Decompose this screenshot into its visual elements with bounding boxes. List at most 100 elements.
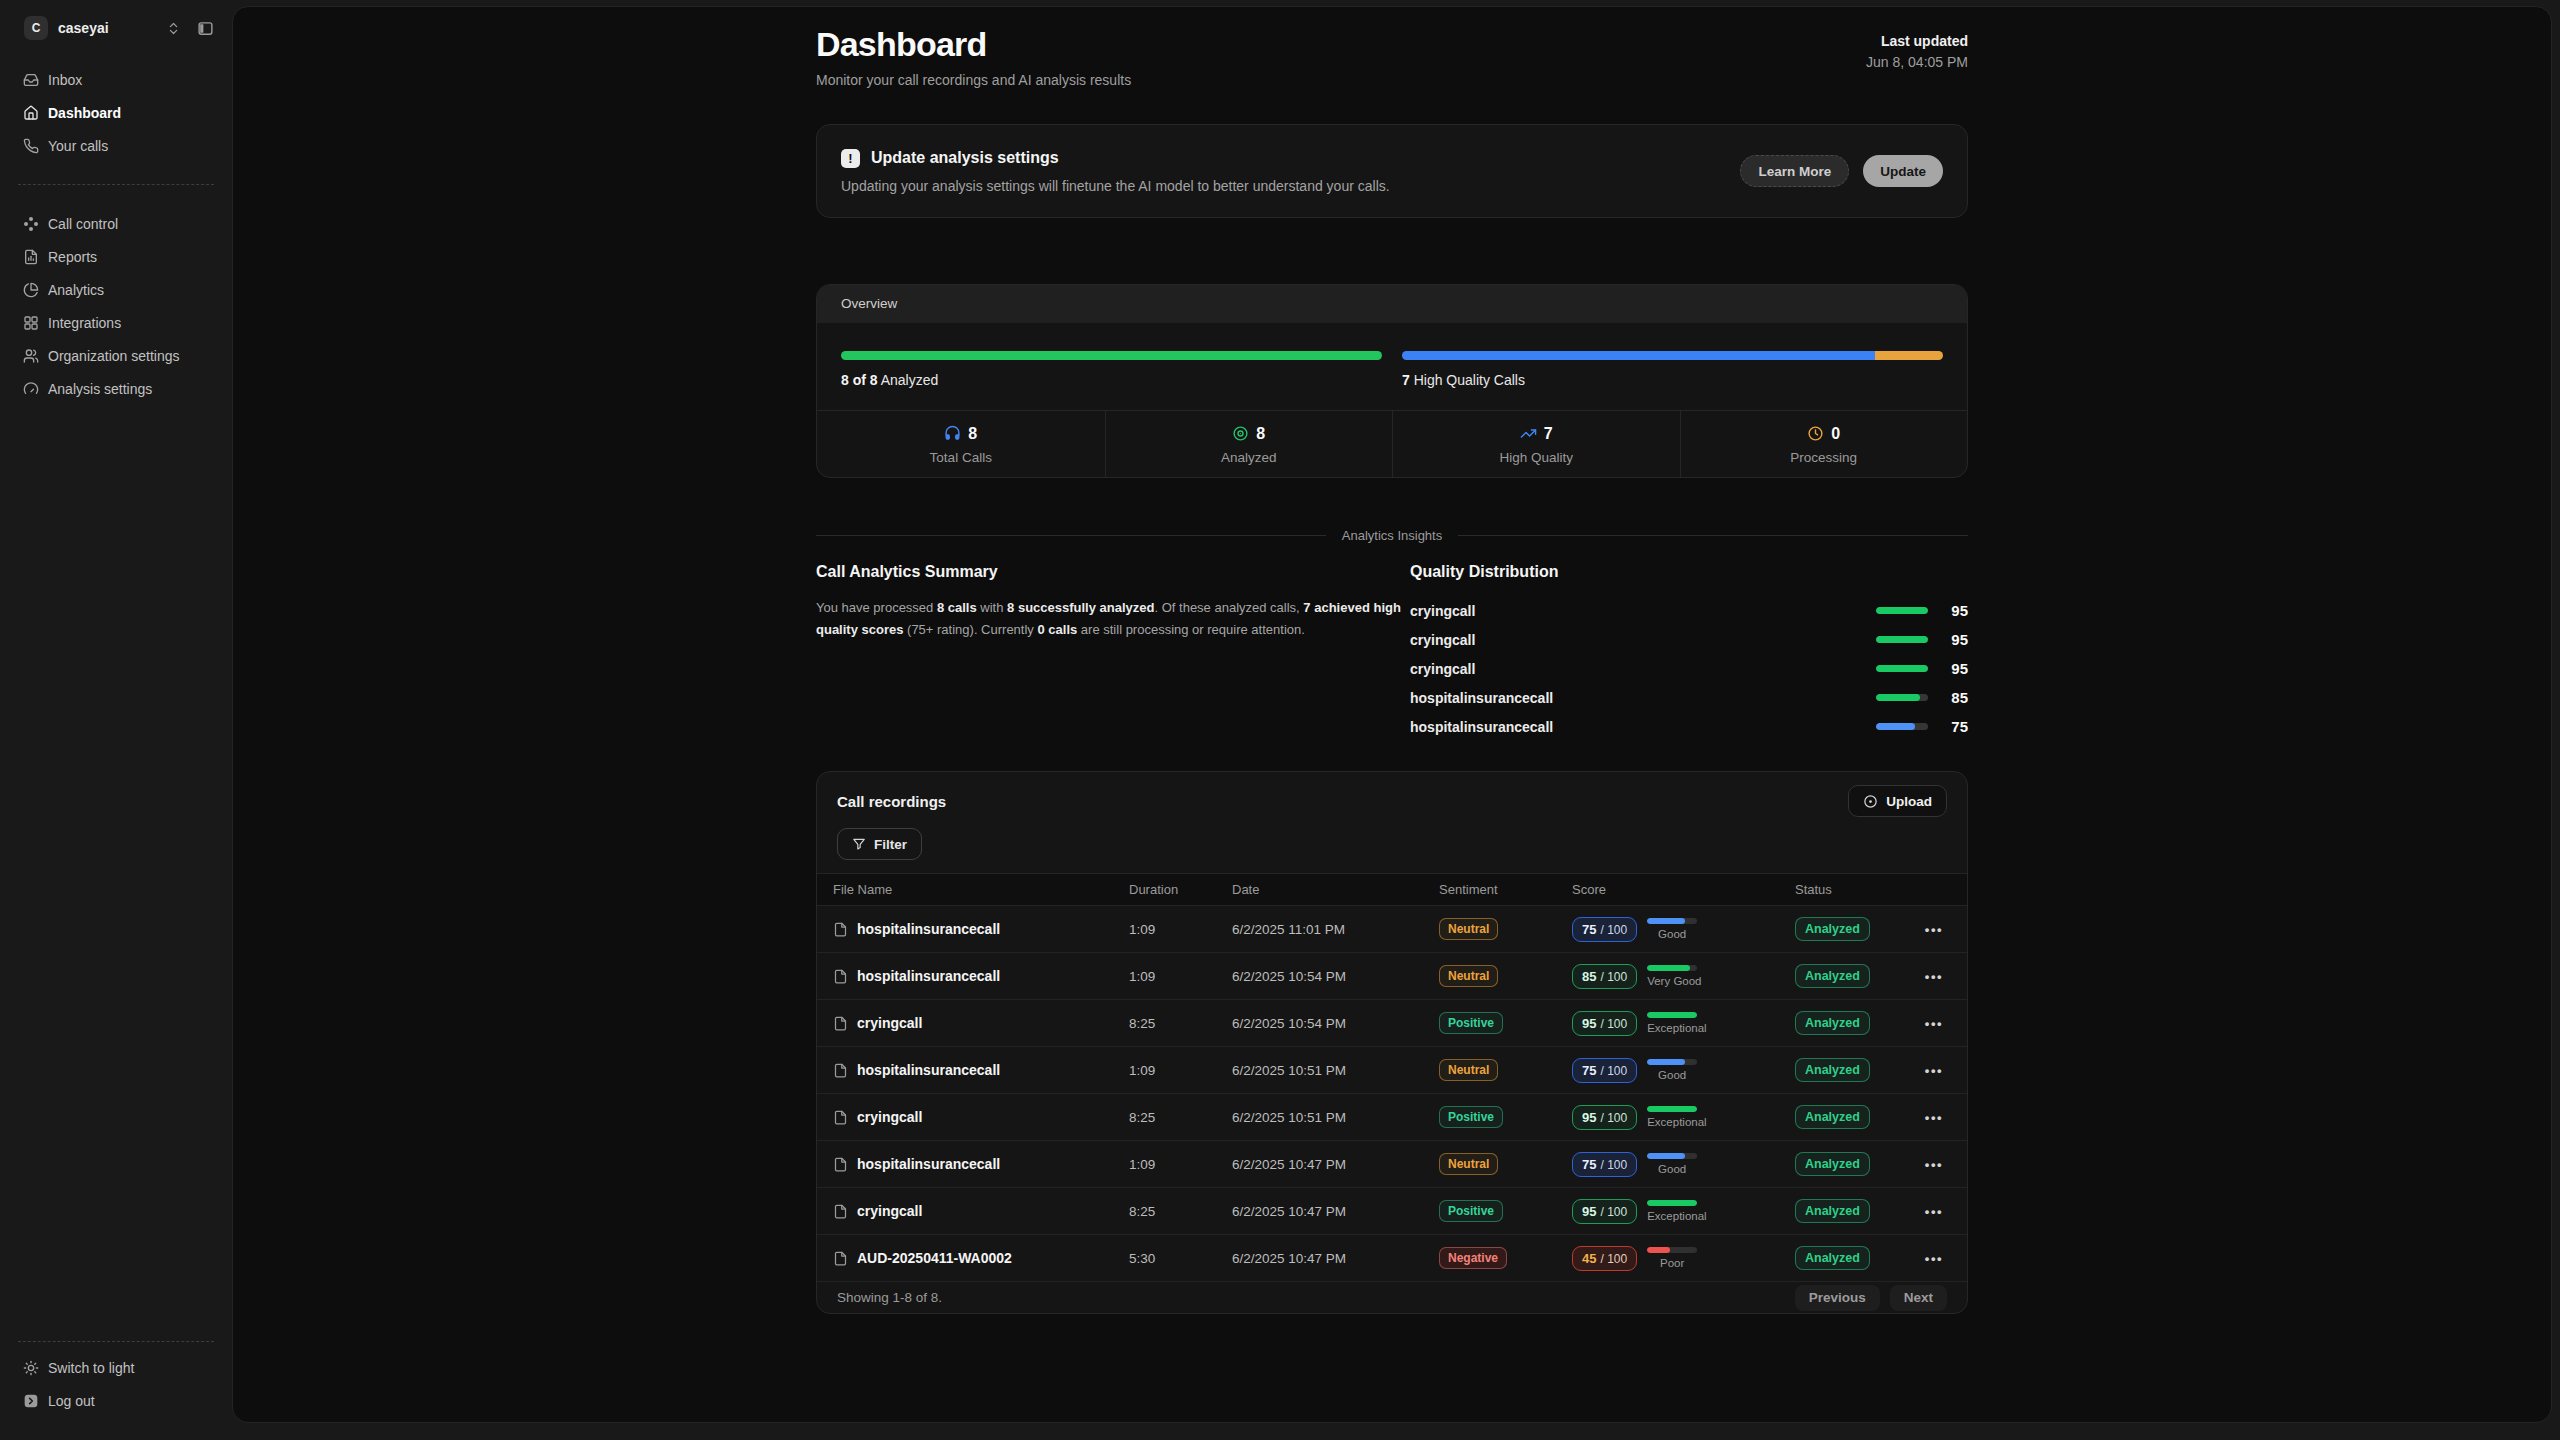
duration: 8:25 bbox=[1129, 1204, 1232, 1219]
score-badge: 75/ 100 bbox=[1572, 917, 1637, 942]
sidebar-toggle-icon[interactable] bbox=[197, 20, 214, 37]
distribution-bar bbox=[1876, 607, 1928, 614]
file-icon bbox=[833, 1016, 848, 1031]
workspace-name: caseyai bbox=[58, 20, 109, 36]
recording-row[interactable]: hospitalinsurancecall1:096/2/2025 11:01 … bbox=[817, 906, 1967, 953]
sidebar-item-switch-to-light[interactable]: Switch to light bbox=[14, 1354, 218, 1381]
sidebar-item-dashboard[interactable]: Dashboard bbox=[14, 99, 218, 126]
progress-label: 7 High Quality Calls bbox=[1402, 372, 1943, 388]
file-icon bbox=[833, 969, 848, 984]
workspace-switcher[interactable]: C caseyai bbox=[14, 14, 218, 42]
distribution-row: cryingcall95 bbox=[1410, 654, 1968, 683]
sidebar-item-organization-settings[interactable]: Organization settings bbox=[14, 342, 218, 369]
page-header: Dashboard Monitor your call recordings a… bbox=[816, 25, 1968, 88]
analysis-settings-icon bbox=[23, 381, 39, 397]
sentiment-badge: Neutral bbox=[1439, 1153, 1498, 1175]
sidebar-item-analytics[interactable]: Analytics bbox=[14, 276, 218, 303]
sidebar-item-inbox[interactable]: Inbox bbox=[14, 66, 218, 93]
sidebar-nav-secondary: Call control Reports Analytics Integrations… bbox=[14, 210, 218, 402]
row-actions-button[interactable]: ••• bbox=[1925, 1157, 1951, 1172]
recording-row[interactable]: AUD-20250411-WA00025:306/2/2025 10:47 PM… bbox=[817, 1235, 1967, 1282]
date: 6/2/2025 10:47 PM bbox=[1232, 1157, 1439, 1172]
recording-row[interactable]: hospitalinsurancecall1:096/2/2025 10:47 … bbox=[817, 1141, 1967, 1188]
overview-progress: 7 High Quality Calls bbox=[1402, 351, 1943, 388]
column-sentiment: Sentiment bbox=[1439, 882, 1572, 897]
sidebar-item-call-control[interactable]: Call control bbox=[14, 210, 218, 237]
update-button[interactable]: Update bbox=[1863, 155, 1943, 187]
row-actions-button[interactable]: ••• bbox=[1925, 1110, 1951, 1125]
table-footer: Showing 1-8 of 8. Previous Next bbox=[817, 1282, 1967, 1313]
column-date: Date bbox=[1232, 882, 1439, 897]
row-actions-button[interactable]: ••• bbox=[1925, 1016, 1951, 1031]
status-badge: Analyzed bbox=[1795, 1199, 1870, 1223]
learn-more-button[interactable]: Learn More bbox=[1740, 155, 1849, 187]
file-icon bbox=[833, 1110, 848, 1125]
status-badge: Analyzed bbox=[1795, 1246, 1870, 1270]
recording-row[interactable]: hospitalinsurancecall1:096/2/2025 10:51 … bbox=[817, 1047, 1967, 1094]
sidebar-item-log-out[interactable]: Log out bbox=[14, 1387, 218, 1414]
recording-row[interactable]: cryingcall8:256/2/2025 10:47 PMPositive9… bbox=[817, 1188, 1967, 1235]
sidebar-item-reports[interactable]: Reports bbox=[14, 243, 218, 270]
distribution-title: Quality Distribution bbox=[1410, 562, 1968, 581]
phone-icon bbox=[23, 138, 39, 154]
row-actions-button[interactable]: ••• bbox=[1925, 969, 1951, 984]
distribution-bar bbox=[1876, 636, 1928, 643]
date: 6/2/2025 10:51 PM bbox=[1232, 1063, 1439, 1078]
sidebar-item-integrations[interactable]: Integrations bbox=[14, 309, 218, 336]
recording-row[interactable]: hospitalinsurancecall1:096/2/2025 10:54 … bbox=[817, 953, 1967, 1000]
date: 6/2/2025 10:54 PM bbox=[1232, 969, 1439, 984]
row-actions-button[interactable]: ••• bbox=[1925, 1204, 1951, 1219]
page-subtitle: Monitor your call recordings and AI anal… bbox=[816, 72, 1131, 88]
main-panel: Dashboard Monitor your call recordings a… bbox=[232, 6, 2552, 1423]
file-name: hospitalinsurancecall bbox=[857, 1062, 1000, 1078]
chevrons-up-down-icon[interactable] bbox=[166, 21, 181, 36]
file-name: cryingcall bbox=[857, 1015, 922, 1031]
quality-label: Good bbox=[1647, 1163, 1697, 1175]
score-badge: 45/ 100 bbox=[1572, 1246, 1637, 1271]
column-duration: Duration bbox=[1129, 882, 1232, 897]
recording-row[interactable]: cryingcall8:256/2/2025 10:54 PMPositive9… bbox=[817, 1000, 1967, 1047]
upload-button[interactable]: Upload bbox=[1848, 785, 1947, 817]
file-icon bbox=[833, 922, 848, 937]
inbox-icon bbox=[23, 72, 39, 88]
duration: 8:25 bbox=[1129, 1110, 1232, 1125]
org-settings-icon bbox=[23, 348, 39, 364]
insights-section: Call Analytics Summary You have processe… bbox=[816, 562, 1968, 741]
sentiment-badge: Positive bbox=[1439, 1200, 1503, 1222]
sidebar-divider bbox=[18, 184, 214, 185]
file-icon bbox=[833, 1063, 848, 1078]
score-bar bbox=[1647, 918, 1697, 924]
overview-card: Overview 8 of 8 Analyzed7 High Quality C… bbox=[816, 284, 1968, 478]
filter-button[interactable]: Filter bbox=[837, 828, 922, 860]
date: 6/2/2025 10:47 PM bbox=[1232, 1204, 1439, 1219]
call-recordings-card: Call recordings Upload Filter File NameD… bbox=[816, 771, 1968, 1314]
date: 6/2/2025 10:47 PM bbox=[1232, 1251, 1439, 1266]
file-name: cryingcall bbox=[857, 1109, 922, 1125]
sidebar-item-your-calls[interactable]: Your calls bbox=[14, 132, 218, 159]
file-name: hospitalinsurancecall bbox=[857, 968, 1000, 984]
distribution-bar bbox=[1876, 723, 1928, 730]
row-actions-button[interactable]: ••• bbox=[1925, 1251, 1951, 1266]
home-icon bbox=[23, 105, 39, 121]
sidebar-item-analysis-settings[interactable]: Analysis settings bbox=[14, 375, 218, 402]
recording-row[interactable]: cryingcall8:256/2/2025 10:51 PMPositive9… bbox=[817, 1094, 1967, 1141]
recordings-title: Call recordings bbox=[837, 793, 946, 810]
last-updated-value: Jun 8, 04:05 PM bbox=[1866, 54, 1968, 70]
row-actions-button[interactable]: ••• bbox=[1925, 922, 1951, 937]
status-badge: Analyzed bbox=[1795, 917, 1870, 941]
last-updated-label: Last updated bbox=[1866, 33, 1968, 49]
logout-icon bbox=[23, 1393, 39, 1409]
distribution-row: hospitalinsurancecall75 bbox=[1410, 712, 1968, 741]
previous-button[interactable]: Previous bbox=[1795, 1285, 1880, 1311]
banner-description: Updating your analysis settings will fin… bbox=[841, 178, 1740, 194]
duration: 1:09 bbox=[1129, 922, 1232, 937]
score-badge: 85/ 100 bbox=[1572, 964, 1637, 989]
last-updated: Last updated Jun 8, 04:05 PM bbox=[1866, 25, 1968, 70]
distribution-bar bbox=[1876, 694, 1928, 701]
file-icon bbox=[833, 1204, 848, 1219]
score-bar bbox=[1647, 1200, 1697, 1206]
trending-up-icon bbox=[1520, 425, 1537, 442]
row-actions-button[interactable]: ••• bbox=[1925, 1063, 1951, 1078]
quality-distribution: Quality Distribution cryingcall95cryingc… bbox=[1410, 562, 1968, 741]
next-button[interactable]: Next bbox=[1890, 1285, 1947, 1311]
